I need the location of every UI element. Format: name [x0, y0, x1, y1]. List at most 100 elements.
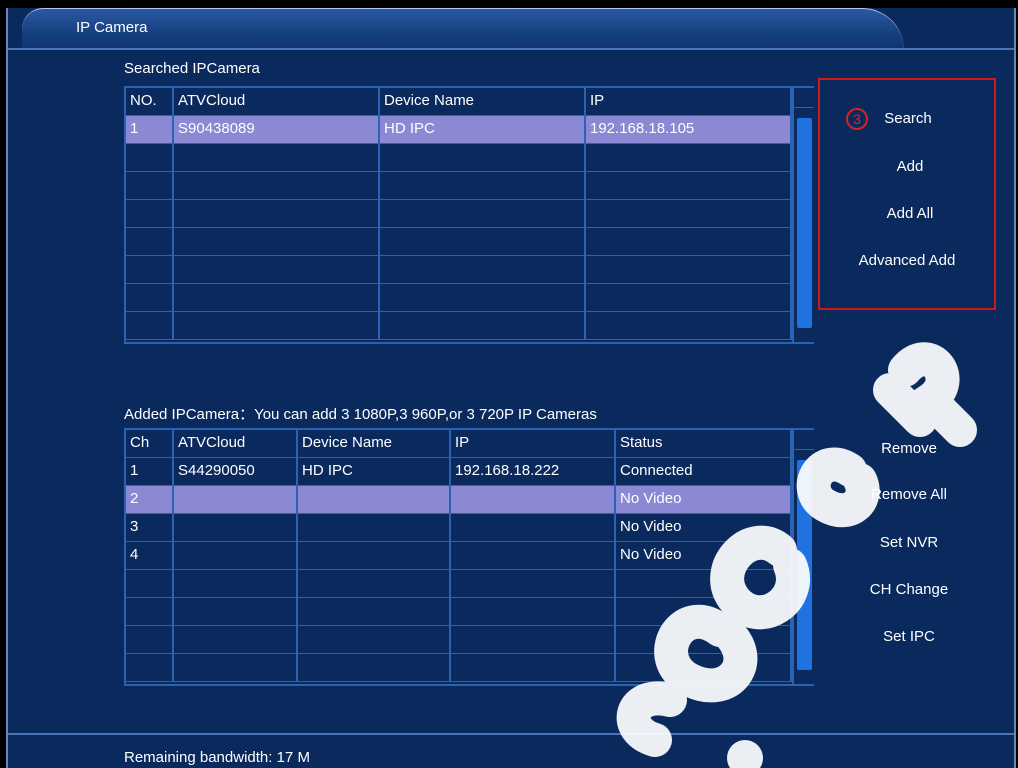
searched-table-cell [126, 256, 174, 283]
searched-table-cell: 1 [126, 116, 174, 143]
added-table-cell [126, 626, 174, 653]
added-header-cell[interactable]: ATVCloud [174, 430, 298, 457]
add-button[interactable]: Add [860, 158, 960, 175]
added-table-cell: 192.168.18.222 [451, 458, 616, 485]
searched-table-cell [174, 312, 380, 339]
searched-table-cell [126, 144, 174, 171]
added-table-cell [174, 654, 298, 681]
searched-table-cell [380, 144, 586, 171]
added-header-cell[interactable]: Device Name [298, 430, 451, 457]
added-header-cell[interactable]: Status [616, 430, 792, 457]
added-section-label: Added IPCamera：You can add 3 1080P,3 960… [124, 406, 597, 423]
added-table-row[interactable] [126, 598, 792, 626]
searched-table-cell [586, 144, 792, 171]
remove-button[interactable]: Remove [834, 440, 984, 457]
added-table-cell [451, 542, 616, 569]
searched-table-cell [174, 144, 380, 171]
added-table-cell [451, 598, 616, 625]
searched-table-cell [380, 200, 586, 227]
searched-section-label: Searched IPCamera [124, 60, 260, 77]
added-table-cell [298, 570, 451, 597]
window-title: IP Camera [76, 19, 148, 36]
added-table-cell [298, 514, 451, 541]
status-bar: Remaining bandwidth: 17 M [8, 733, 1014, 768]
added-table-cell [126, 598, 174, 625]
remove-all-button[interactable]: Remove All [834, 486, 984, 503]
added-table-cell [298, 486, 451, 513]
searched-table-row[interactable] [126, 144, 792, 172]
added-table-cell [174, 542, 298, 569]
search-button[interactable]: Search [868, 110, 948, 127]
added-header-cell[interactable]: IP [451, 430, 616, 457]
added-scrollbar[interactable] [792, 430, 814, 684]
searched-header-cell[interactable]: IP [586, 88, 792, 115]
searched-scroll-up-arrow[interactable] [794, 88, 814, 108]
searched-table-cell [380, 228, 586, 255]
added-table-row[interactable] [126, 654, 792, 682]
added-table-cell: No Video [616, 514, 792, 541]
ch-change-button[interactable]: CH Change [834, 581, 984, 598]
searched-table-cell [380, 312, 586, 339]
set-nvr-button[interactable]: Set NVR [834, 534, 984, 551]
added-table-row[interactable] [126, 570, 792, 598]
searched-table-cell [174, 256, 380, 283]
set-ipc-button[interactable]: Set IPC [834, 628, 984, 645]
searched-header-cell[interactable]: NO. [126, 88, 174, 115]
searched-table-cell [174, 172, 380, 199]
screen: IP Camera Searched IPCamera NO. ATVCloud D… [0, 0, 1018, 768]
searched-table-cell [586, 228, 792, 255]
searched-table-cell [380, 256, 586, 283]
searched-scroll-thumb[interactable] [797, 118, 812, 328]
searched-table-cell: 192.168.18.105 [586, 116, 792, 143]
added-table-cell: Connected [616, 458, 792, 485]
searched-header-cell[interactable]: Device Name [380, 88, 586, 115]
added-scroll-up-arrow[interactable] [794, 430, 814, 450]
title-tab: IP Camera [22, 8, 904, 50]
searched-table-row[interactable]: 1 S90438089 HD IPC 192.168.18.105 [126, 116, 792, 144]
added-camera-table: Ch ATVCloud Device Name IP Status 1 S44290050 H… [124, 428, 814, 686]
added-table-cell [298, 626, 451, 653]
add-all-button[interactable]: Add All [850, 205, 970, 222]
added-table-row[interactable]: 4 No Video [126, 542, 792, 570]
added-scroll-thumb[interactable] [797, 460, 812, 670]
added-table-cell [451, 626, 616, 653]
searched-table-cell [174, 200, 380, 227]
searched-table-row[interactable] [126, 312, 792, 340]
added-table-cell: 3 [126, 514, 174, 541]
added-table-row[interactable]: 1 S44290050 HD IPC 192.168.18.222 Connected [126, 458, 792, 486]
searched-table-row[interactable] [126, 284, 792, 312]
added-table-cell [298, 542, 451, 569]
searched-scrollbar[interactable] [792, 88, 814, 342]
searched-table-row[interactable] [126, 172, 792, 200]
searched-header-row: NO. ATVCloud Device Name IP [126, 88, 792, 116]
added-table-row[interactable]: 2 No Video [126, 486, 792, 514]
added-table-cell [451, 570, 616, 597]
added-header-row: Ch ATVCloud Device Name IP Status [126, 430, 792, 458]
searched-header-cell[interactable]: ATVCloud [174, 88, 380, 115]
added-table-cell: No Video [616, 542, 792, 569]
added-table-cell [298, 654, 451, 681]
added-table-cell: 1 [126, 458, 174, 485]
searched-camera-table: NO. ATVCloud Device Name IP 1 S90438089 HD IPC… [124, 86, 814, 344]
searched-table-row[interactable] [126, 228, 792, 256]
searched-table-cell [126, 312, 174, 339]
advanced-add-button[interactable]: Advanced Add [832, 252, 982, 269]
searched-table-cell [126, 172, 174, 199]
searched-table-row[interactable] [126, 256, 792, 284]
added-table-row[interactable]: 3 No Video [126, 514, 792, 542]
added-table-cell: S44290050 [174, 458, 298, 485]
added-table-cell [174, 486, 298, 513]
ip-camera-window: IP Camera Searched IPCamera NO. ATVCloud D… [6, 8, 1016, 768]
searched-table-row[interactable] [126, 200, 792, 228]
added-table-cell [174, 570, 298, 597]
added-table-cell [174, 598, 298, 625]
searched-table-cell [586, 200, 792, 227]
added-table-cell [451, 654, 616, 681]
added-header-cell[interactable]: Ch [126, 430, 174, 457]
added-table-row[interactable] [126, 626, 792, 654]
added-table-cell [616, 570, 792, 597]
searched-table-cell [586, 312, 792, 339]
searched-table-cell [126, 200, 174, 227]
added-table-cell [616, 626, 792, 653]
searched-table-cell [380, 172, 586, 199]
